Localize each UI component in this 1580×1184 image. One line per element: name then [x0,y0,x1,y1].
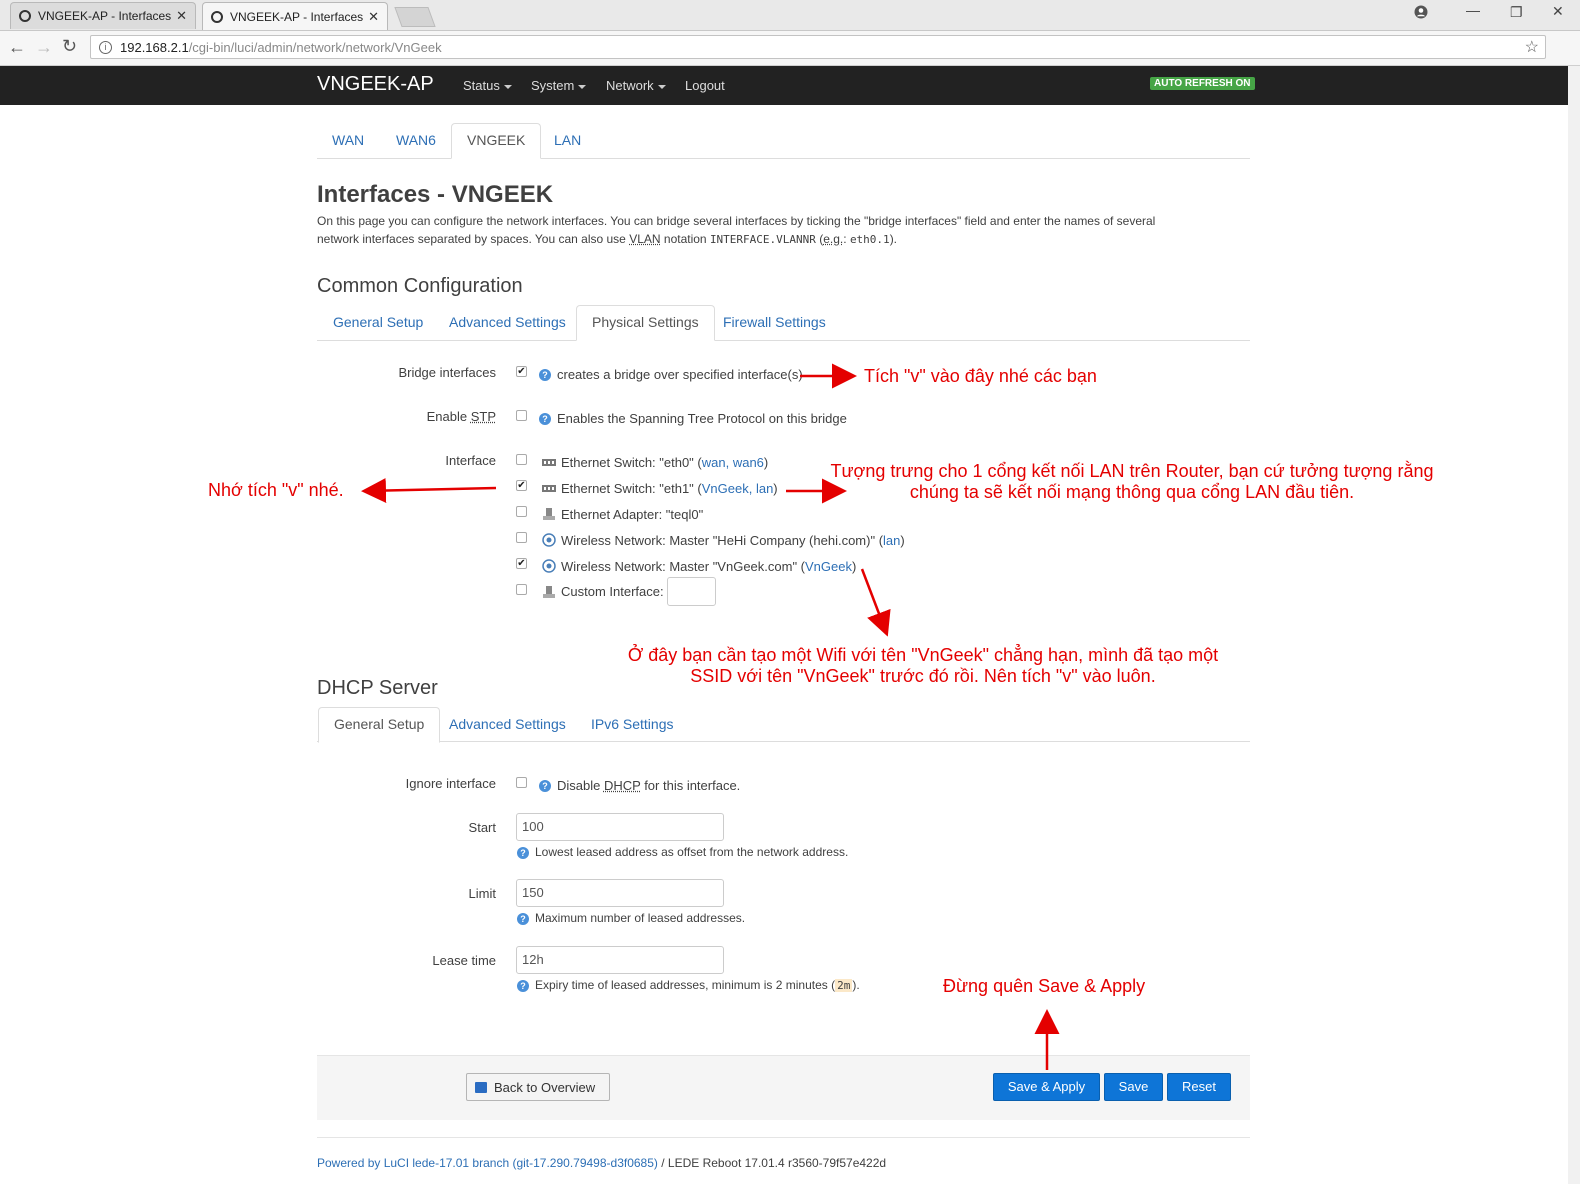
annotation-line: Tượng trưng cho 1 cổng kết nối LAN trên … [830,461,1434,481]
annotation-arrows [361,363,1060,1070]
page-scrollbar[interactable] [1568,66,1580,1184]
annotation-line: chúng ta sẽ kết nối mạng thông qua cổng … [909,482,1355,502]
annotation-eth1-left: Nhớ tích "v" nhé. [208,480,344,500]
annotation-bridge: Tích "v" vào đây nhé các bạn [864,366,1097,386]
annotation-wifi: Ở đây bạn cần tạo một Wifi với tên "VnGe… [573,645,1273,687]
annotation-save: Đừng quên Save & Apply [943,976,1146,996]
arrow-wifi [860,568,891,637]
arrow-eth1-left [361,478,497,504]
annotation-line: Ở đây bạn cần tạo một Wifi với tên "VnGe… [627,645,1219,665]
annotation-line: SSID với tên "VnGeek" trước đó rồi. Nên … [690,666,1156,686]
annotation-eth1-right: Tượng trưng cho 1 cổng kết nối LAN trên … [780,461,1484,503]
